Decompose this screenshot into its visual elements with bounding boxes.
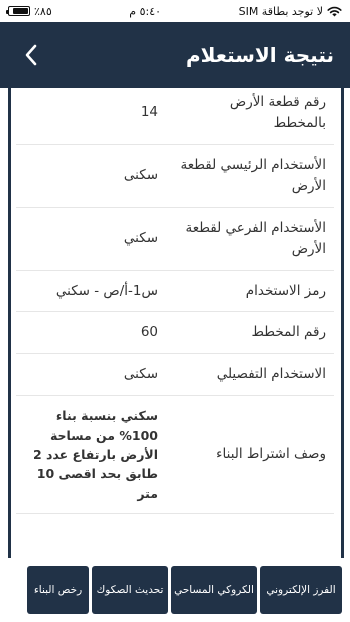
row-value: سكني بنسبة بناء 100% من مساحة الأرض بارت… xyxy=(32,408,158,501)
battery-percent: ٪٨٥ xyxy=(34,4,52,18)
battery-fill xyxy=(12,8,28,14)
row-label: الأستخدام الفرعي لقطعة الأرض xyxy=(185,219,326,257)
row-value: سكنى xyxy=(123,366,158,383)
carrier-label: لا توجد بطاقة SIM xyxy=(238,4,323,18)
table-row: الاستخدام التفصيلي سكنى xyxy=(16,354,334,397)
row-value: 60 xyxy=(140,324,158,341)
table-row: الأستخدام الفرعي لقطعة الأرض سكني xyxy=(16,208,334,271)
survey-sketch-button[interactable]: الكروكي المساحي xyxy=(171,566,257,614)
bottom-nav: الفرز الإلكتروني الكروكي المساحي تحديث الص… xyxy=(0,558,350,622)
row-label: رقم قطعة الأرض بالمخطط xyxy=(229,94,326,131)
result-content[interactable]: رقم قطعة الأرض بالمخطط 14 الأستخدام الرئيس… xyxy=(0,88,350,558)
wifi-icon xyxy=(327,6,342,16)
table-row: رقم قطعة الأرض بالمخطط 14 xyxy=(16,88,334,145)
chevron-left-icon xyxy=(25,44,37,66)
row-value: سكنى xyxy=(123,167,158,184)
row-value: 14 xyxy=(140,104,158,121)
row-label: الأستخدام الرئيسي لقطعة الأرض xyxy=(180,156,326,194)
row-value: سكني xyxy=(123,230,158,247)
row-label: رقم المخطط xyxy=(251,324,326,341)
building-permits-button[interactable]: رخص البناء xyxy=(27,566,89,614)
table-row: رمز الاستخدام س1-أ/ص - سكني xyxy=(16,271,334,313)
row-label: وصف اشتراط البناء xyxy=(216,446,326,463)
row-label: الاستخدام التفصيلي xyxy=(216,366,326,383)
table-row: الأستخدام الرئيسي لقطعة الأرض سكنى xyxy=(16,145,334,208)
table-row: وصف اشتراط البناء سكني بنسبة بناء 100% من… xyxy=(16,396,334,515)
page-title: نتيجة الاستعلام xyxy=(185,43,334,67)
back-button[interactable] xyxy=(16,40,46,70)
status-bar: ٪٨٥ ٥:٤٠ م لا توجد بطاقة SIM xyxy=(0,0,350,22)
row-value: س1-أ/ص - سكني xyxy=(55,282,158,299)
left-accent-bar xyxy=(8,88,11,558)
electronic-sorting-button[interactable]: الفرز الإلكتروني xyxy=(260,566,342,614)
table-row: رقم المخطط 60 xyxy=(16,312,334,355)
row-label: رمز الاستخدام xyxy=(245,282,326,299)
status-right: لا توجد بطاقة SIM xyxy=(239,5,342,18)
right-accent-bar xyxy=(341,88,344,558)
result-table: رقم قطعة الأرض بالمخطط 14 الأستخدام الرئيس… xyxy=(16,88,334,515)
status-time: ٥:٤٠ م xyxy=(129,4,162,18)
app-bar: نتيجة الاستعلام xyxy=(0,22,350,88)
battery-icon xyxy=(6,6,30,16)
update-deeds-button[interactable]: تحديث الصكوك xyxy=(92,566,168,614)
status-left: ٪٨٥ xyxy=(6,4,52,18)
